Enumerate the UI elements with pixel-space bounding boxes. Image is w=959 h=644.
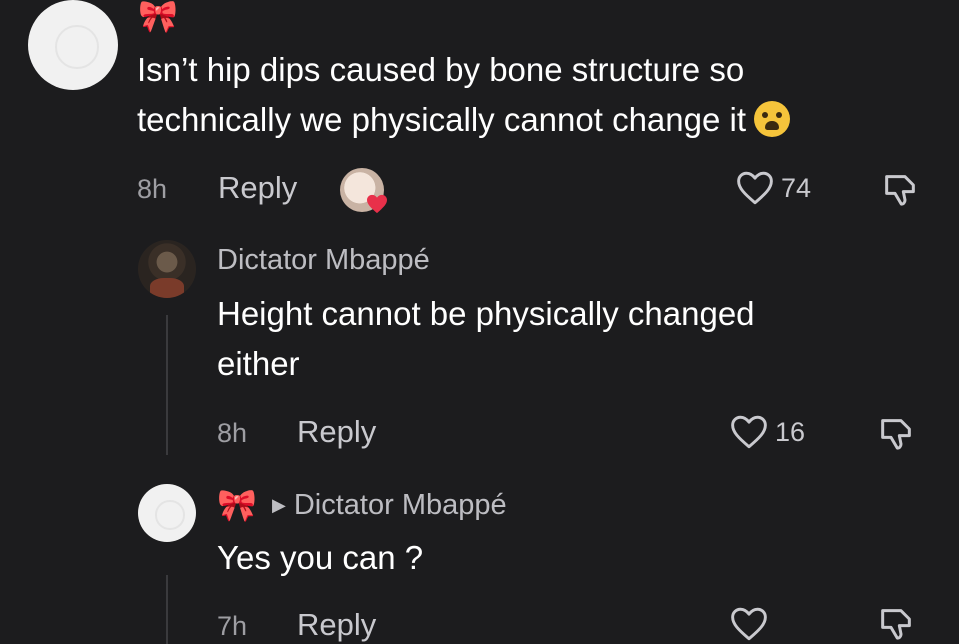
comment-time: 8h (217, 418, 248, 448)
heart-outline-icon (731, 607, 767, 641)
comment-time: 8h (137, 174, 168, 204)
reply-button[interactable]: Reply (297, 414, 376, 450)
comment-text-line-2: technically we physically cannot change … (137, 101, 747, 138)
avatar[interactable] (138, 240, 196, 298)
dislike-icon[interactable] (876, 414, 916, 454)
avatar[interactable] (138, 484, 196, 542)
comment-text: Yes you can ? (217, 539, 424, 576)
heart-icon (367, 194, 387, 214)
reply-button[interactable]: Reply (218, 170, 297, 206)
bow-icon: 🎀 (217, 487, 257, 523)
avatar[interactable] (28, 0, 118, 90)
username[interactable]: Dictator Mbappé (217, 244, 430, 277)
heart-outline-icon (731, 415, 767, 449)
dislike-icon[interactable] (876, 604, 916, 644)
comment-text-line-1: Isn’t hip dips caused by bone structure … (137, 51, 745, 88)
thread-line (166, 575, 168, 644)
loudly-crying-face-emoji (754, 101, 791, 137)
reply-button[interactable]: Reply (297, 607, 376, 643)
dislike-icon[interactable] (880, 170, 920, 210)
creator-liked-badge (340, 168, 387, 214)
comment-time: 7h (217, 611, 248, 641)
like-button[interactable]: 16 (729, 414, 805, 450)
comment-text: Height cannot be physically changed eith… (217, 289, 755, 389)
reply-arrow-icon: ▶ (272, 495, 286, 515)
like-button[interactable] (729, 606, 769, 642)
reply-to-username: Dictator Mbappé (293, 489, 507, 521)
bow-icon: 🎀 (138, 0, 178, 34)
like-button[interactable]: 74 (735, 170, 811, 206)
like-count: 74 (781, 172, 812, 203)
comment-text-line-2: either (217, 345, 300, 382)
comment-text: Isn’t hip dips caused by bone structure … (137, 45, 791, 145)
thread-line (166, 315, 168, 455)
heart-outline-icon (737, 171, 773, 205)
like-count: 16 (775, 416, 806, 447)
reply-to[interactable]: ▶ Dictator Mbappé (272, 489, 507, 522)
comment-text-line-1: Height cannot be physically changed (217, 295, 755, 332)
